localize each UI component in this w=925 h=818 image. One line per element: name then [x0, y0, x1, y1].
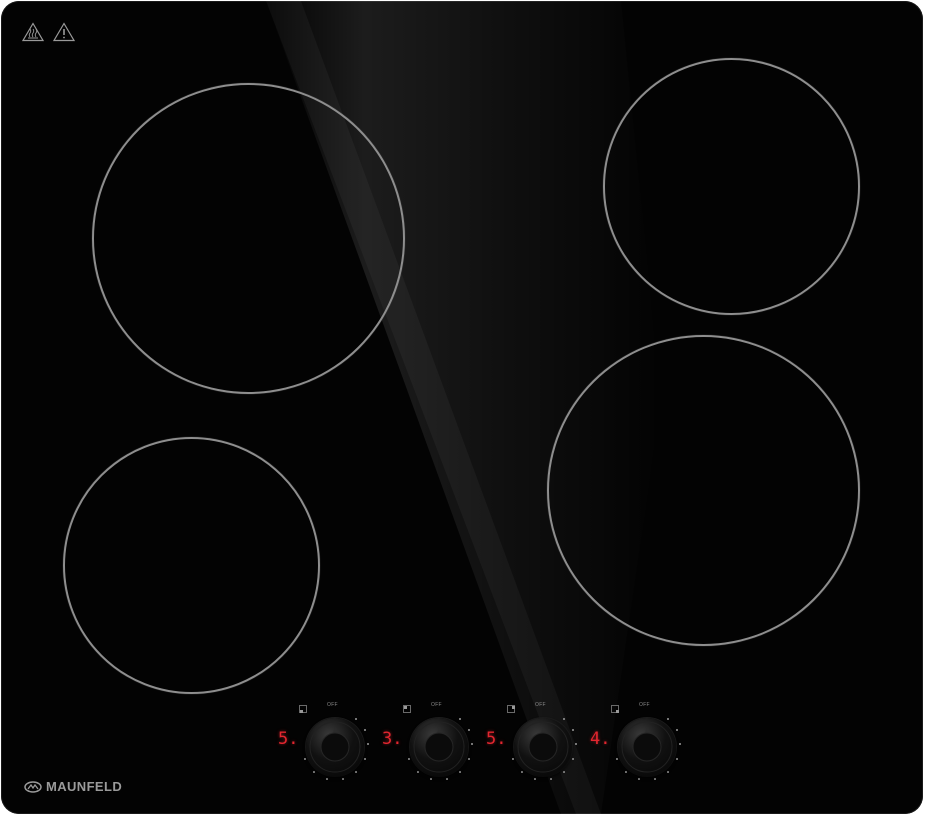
power-level-display: 4. — [590, 729, 611, 749]
off-label: OFF — [327, 702, 338, 708]
caution-warning-icon — [53, 22, 75, 42]
control-panel: OFF 5. OFF 3. OFF 5. OFF 4. — [271, 701, 691, 781]
control-front-right: OFF 4. — [583, 701, 687, 781]
off-label: OFF — [431, 702, 442, 708]
cooking-zone-rear-left — [92, 83, 405, 394]
cooking-zone-front-left — [63, 437, 320, 694]
brand-name: MAUNFELD — [46, 779, 123, 794]
control-knob[interactable] — [410, 718, 468, 776]
control-knob[interactable] — [618, 718, 676, 776]
cooktop-glass-surface: OFF 5. OFF 3. OFF 5. OFF 4. MAUNFELD — [1, 1, 923, 814]
control-knob[interactable] — [514, 718, 572, 776]
off-label: OFF — [535, 702, 546, 708]
hot-surface-warning-icon — [22, 22, 44, 42]
brand-logo: MAUNFELD — [24, 779, 122, 794]
knob-grip-icon — [309, 721, 361, 773]
power-level-display: 3. — [382, 729, 403, 749]
control-knob[interactable] — [306, 718, 364, 776]
control-rear-right: OFF 5. — [479, 701, 583, 781]
knob-grip-icon — [621, 721, 673, 773]
cooking-zone-front-right — [547, 335, 860, 646]
control-front-left: OFF 5. — [271, 701, 375, 781]
brand-mark-icon — [24, 780, 42, 793]
warning-icons — [22, 22, 75, 42]
off-label: OFF — [639, 702, 650, 708]
power-level-display: 5. — [486, 729, 507, 749]
control-rear-left: OFF 3. — [375, 701, 479, 781]
power-level-display: 5. — [278, 729, 299, 749]
knob-grip-icon — [517, 721, 569, 773]
cooking-zone-rear-right — [603, 58, 860, 315]
knob-grip-icon — [413, 721, 465, 773]
